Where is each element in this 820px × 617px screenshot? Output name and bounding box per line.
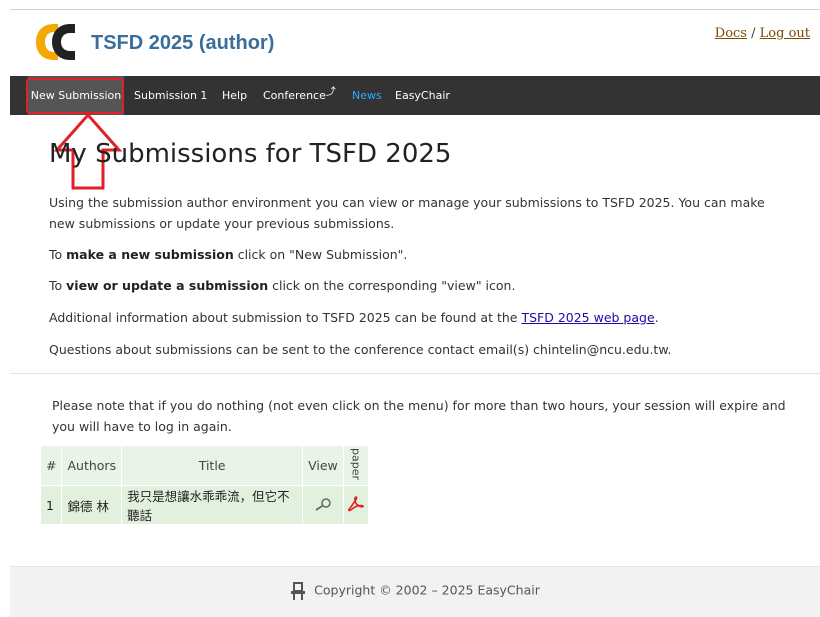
logout-link[interactable]: Log out xyxy=(760,26,810,41)
submissions-table: # Authors Title View paper 1 錦德 林 我只是想讓水… xyxy=(39,445,369,525)
update-sub-prefix: To xyxy=(49,278,67,293)
col-view-header: View xyxy=(302,445,344,486)
external-link-icon: ⤴ xyxy=(325,87,336,98)
highlight-box xyxy=(26,78,124,114)
session-notice: Please note that if you do nothing (not … xyxy=(52,398,786,434)
col-num-header: # xyxy=(39,445,63,486)
footer: Copyright © 2002 – 2025 EasyChair xyxy=(10,566,820,617)
col-authors-header: Authors xyxy=(61,445,123,486)
docs-link[interactable]: Docs xyxy=(715,26,747,41)
section-divider xyxy=(10,373,820,374)
main-menu-bar: New Submission Submission 1 Help Confere… xyxy=(10,76,820,115)
additional-prefix: Additional information about submission … xyxy=(49,310,522,325)
additional-info: Additional information about submission … xyxy=(49,307,659,328)
new-sub-prefix: To xyxy=(49,247,67,262)
row-num: 1 xyxy=(39,485,63,525)
app-title: TSFD 2025 (author) xyxy=(91,32,275,54)
intro-paragraph: Using the submission author environment … xyxy=(49,195,765,231)
top-border xyxy=(10,9,820,10)
top-links-separator: / xyxy=(751,26,756,41)
menu-submission-1-label: Submission 1 xyxy=(134,89,208,102)
row-title: 我只是想讓水乖乖流，但它不聽話 xyxy=(121,485,304,525)
row-authors: 錦德 林 xyxy=(61,485,123,525)
new-sub-suffix: click on "New Submission". xyxy=(233,247,408,262)
footer-content: Copyright © 2002 – 2025 EasyChair xyxy=(10,581,820,601)
menu-news-label: News xyxy=(352,89,382,102)
update-sub-suffix: click on the corresponding "view" icon. xyxy=(268,278,516,293)
menu-help[interactable]: Help xyxy=(222,76,247,115)
copyright-text: Copyright © 2002 – 2025 EasyChair xyxy=(314,582,540,598)
magnifier-icon[interactable] xyxy=(312,497,334,511)
menu-conference[interactable]: Conference⤴ xyxy=(263,76,336,115)
new-submission-instruction: To make a new submission click on "New S… xyxy=(49,244,407,265)
menu-news[interactable]: News xyxy=(352,76,382,115)
col-paper-label: paper xyxy=(349,448,363,480)
col-paper-header: paper xyxy=(342,445,369,486)
update-submission-instruction: To view or update a submission click on … xyxy=(49,275,515,296)
menu-conference-label: Conference xyxy=(263,89,326,102)
chair-icon xyxy=(291,582,306,600)
menu-easychair[interactable]: EasyChair xyxy=(395,76,450,115)
menu-submission-1[interactable]: Submission 1 xyxy=(134,76,207,115)
menu-easychair-label: EasyChair xyxy=(395,89,450,102)
questions-info: Questions about submissions can be sent … xyxy=(49,342,672,357)
view-cell xyxy=(302,485,344,525)
update-sub-bold: view or update a submission xyxy=(66,278,269,293)
page-title: My Submissions for TSFD 2025 xyxy=(49,139,452,169)
paper-cell xyxy=(342,485,369,525)
table-row: 1 錦德 林 我只是想讓水乖乖流，但它不聽話 xyxy=(39,485,369,525)
menu-help-label: Help xyxy=(222,89,248,102)
col-title-header: Title xyxy=(121,445,304,486)
top-links: Docs / Log out xyxy=(715,26,810,41)
table-header-row: # Authors Title View paper xyxy=(39,445,369,486)
conference-web-page-link[interactable]: TSFD 2025 web page xyxy=(521,310,654,325)
additional-suffix: . xyxy=(654,310,659,325)
pdf-icon[interactable] xyxy=(347,495,365,513)
new-sub-bold: make a new submission xyxy=(66,247,234,262)
easychair-logo xyxy=(36,24,75,60)
